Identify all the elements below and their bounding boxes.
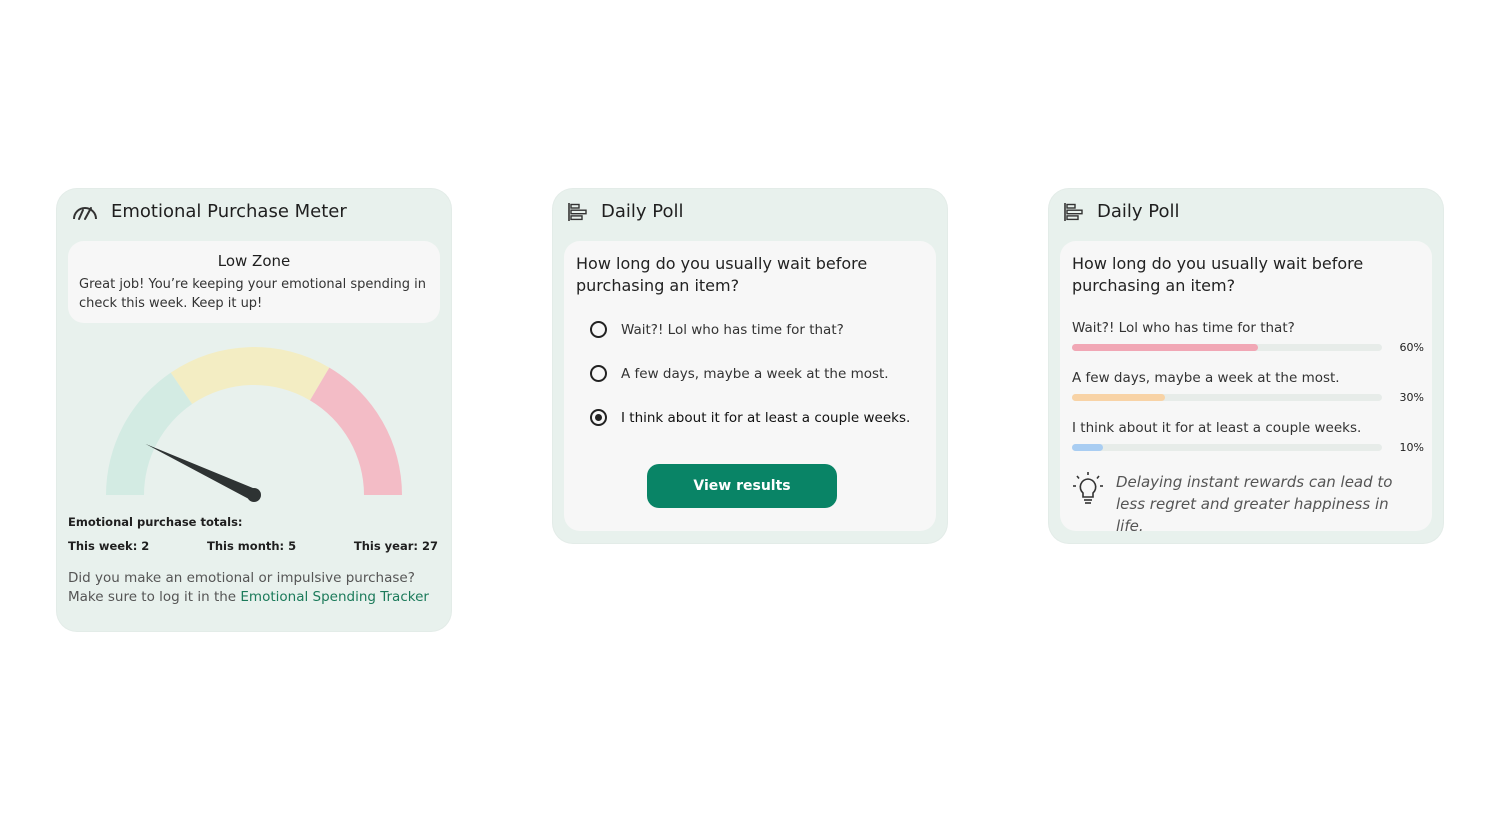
gauge-needle xyxy=(145,443,257,501)
result-bar-track xyxy=(1072,444,1382,451)
poll-option-label: Wait?! Lol who has time for that? xyxy=(621,321,844,338)
result-label: Wait?! Lol who has time for that? xyxy=(1072,320,1295,336)
meter-card-header: Emotional Purchase Meter xyxy=(71,201,347,222)
total-week: This week: 2 xyxy=(68,539,150,553)
emotional-spending-tracker-link[interactable]: Emotional Spending Tracker xyxy=(240,589,429,605)
zone-description: Great job! You’re keeping your emotional… xyxy=(79,277,426,311)
poll-body: How long do you usually wait before purc… xyxy=(564,241,936,531)
results-card-header: Daily Poll xyxy=(1063,201,1180,222)
result-percent: 30% xyxy=(1399,391,1424,404)
emotional-purchase-meter-card: Emotional Purchase Meter Low Zone Great … xyxy=(57,189,451,631)
result-item: A few days, maybe a week at the most. 30… xyxy=(1072,370,1424,404)
radio-button-selected[interactable] xyxy=(590,409,607,426)
result-bar-fill xyxy=(1072,444,1103,451)
zone-summary-box: Low Zone Great job! You’re keeping your … xyxy=(68,241,440,323)
speedometer-icon xyxy=(71,202,99,222)
poll-option-2[interactable]: A few days, maybe a week at the most. xyxy=(590,365,889,382)
result-bar-fill xyxy=(1072,394,1165,401)
gauge-low-zone xyxy=(106,372,193,495)
emotional-gauge xyxy=(106,347,402,502)
totals-row: This week: 2 This month: 5 This year: 27 xyxy=(68,539,438,553)
result-item: Wait?! Lol who has time for that? 60% xyxy=(1072,320,1424,354)
results-title: Daily Poll xyxy=(1097,201,1180,222)
daily-poll-results-card: Daily Poll How long do you usually wait … xyxy=(1049,189,1443,543)
zone-title: Low Zone xyxy=(217,252,291,270)
tip-box: Delaying instant rewards can lead to les… xyxy=(1072,471,1416,537)
total-year: This year: 27 xyxy=(353,539,438,553)
poll-question: How long do you usually wait before purc… xyxy=(576,254,868,295)
result-percent: 10% xyxy=(1399,441,1424,454)
total-month: This month: 5 xyxy=(206,539,297,553)
log-prompt: Did you make an emotional or impulsive p… xyxy=(68,569,438,607)
result-item: I think about it for at least a couple w… xyxy=(1072,420,1424,454)
result-label: A few days, maybe a week at the most. xyxy=(1072,370,1340,386)
result-bar-track xyxy=(1072,394,1382,401)
gauge-mid-zone xyxy=(170,347,330,405)
totals-label: Emotional purchase totals: xyxy=(68,515,243,529)
poll-option-label: A few days, maybe a week at the most. xyxy=(621,365,889,382)
radio-button[interactable] xyxy=(590,321,607,338)
prompt-line-1: Did you make an emotional or impulsive p… xyxy=(68,570,415,586)
result-bar-track xyxy=(1072,344,1382,351)
result-label: I think about it for at least a couple w… xyxy=(1072,420,1362,436)
poll-option-label: I think about it for at least a couple w… xyxy=(621,409,911,426)
lightbulb-icon xyxy=(1072,471,1104,509)
poll-option-3[interactable]: I think about it for at least a couple w… xyxy=(590,409,910,426)
poll-card-header: Daily Poll xyxy=(567,201,684,222)
poll-option-1[interactable]: Wait?! Lol who has time for that? xyxy=(590,321,844,338)
gauge-high-zone xyxy=(309,367,402,495)
result-bar-fill xyxy=(1072,344,1258,351)
poll-title: Daily Poll xyxy=(601,201,684,222)
view-results-button[interactable]: View results xyxy=(647,464,837,508)
meter-title: Emotional Purchase Meter xyxy=(111,201,347,222)
results-question: How long do you usually wait before purc… xyxy=(1072,254,1364,295)
poll-chart-icon xyxy=(567,202,589,222)
poll-chart-icon xyxy=(1063,202,1085,222)
prompt-line-2: Make sure to log it in the xyxy=(68,589,241,605)
result-percent: 60% xyxy=(1399,341,1424,354)
results-body: How long do you usually wait before purc… xyxy=(1060,241,1432,535)
daily-poll-card: Daily Poll How long do you usually wait … xyxy=(553,189,947,543)
gauge-needle-hub xyxy=(247,488,261,502)
tip-text: Delaying instant rewards can lead to les… xyxy=(1116,473,1393,535)
radio-button[interactable] xyxy=(590,365,607,382)
